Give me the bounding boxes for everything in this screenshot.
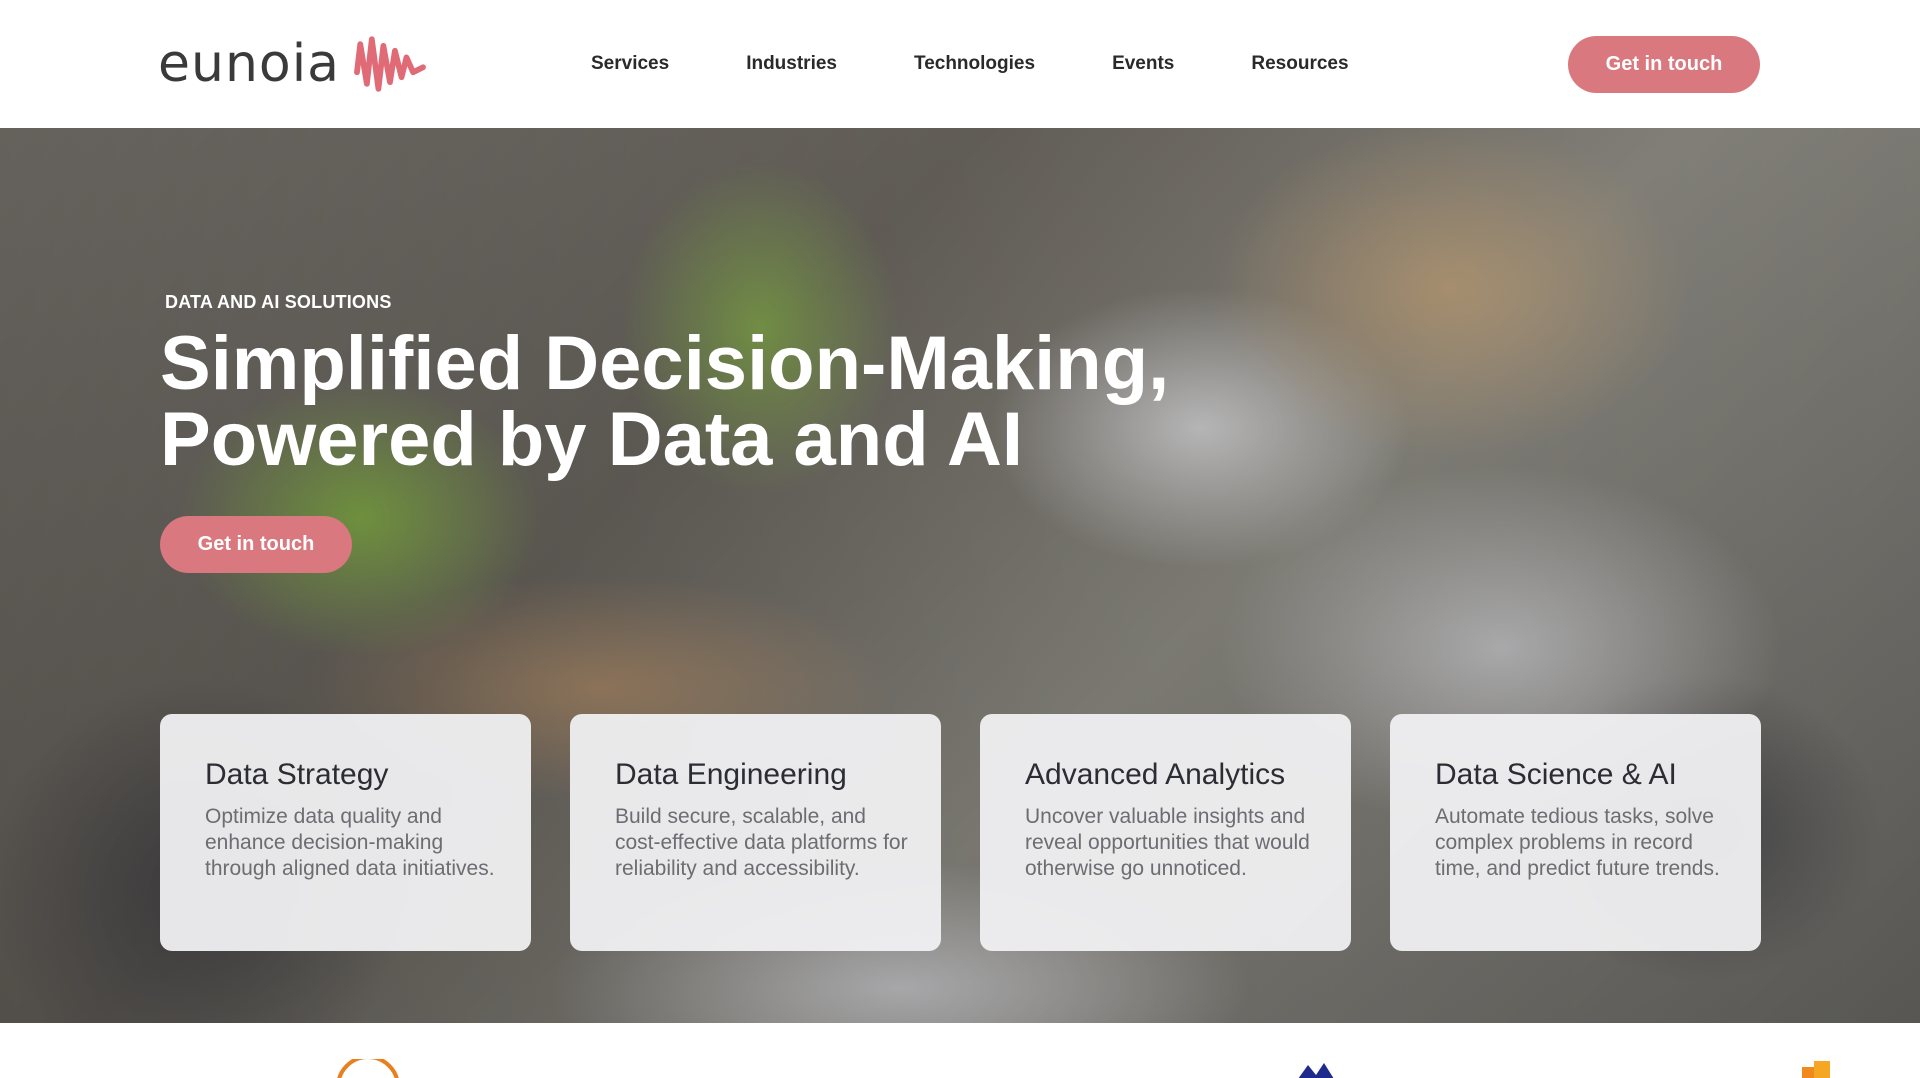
- nav-services[interactable]: Services: [591, 53, 669, 75]
- headline-line-1: Simplified Decision-Making,: [160, 321, 1170, 406]
- main-nav: Services Industries Technologies Events …: [591, 0, 1349, 128]
- card-title: Data Engineering: [615, 758, 847, 791]
- orange-square-logo-icon: [1802, 1061, 1830, 1078]
- card-description: Automate tedious tasks, solve complex pr…: [1435, 805, 1720, 880]
- wave-logo-icon: [354, 36, 426, 92]
- card-data-science-ai[interactable]: Data Science & AI Automate tedious tasks…: [1390, 714, 1761, 951]
- partner-logos-strip: [0, 1023, 1920, 1078]
- orange-arc-logo-icon: [337, 1059, 399, 1078]
- blue-star-logo-icon: [1298, 1063, 1334, 1078]
- card-advanced-analytics[interactable]: Advanced Analytics Uncover valuable insi…: [980, 714, 1351, 951]
- hero-section: DATA AND AI SOLUTIONS Simplified Decisio…: [0, 128, 1920, 1023]
- card-data-strategy[interactable]: Data Strategy Optimize data quality and …: [160, 714, 531, 951]
- card-data-engineering[interactable]: Data Engineering Build secure, scalable,…: [570, 714, 941, 951]
- hero-eyebrow: DATA AND AI SOLUTIONS: [165, 292, 392, 312]
- eunoia-logo[interactable]: eunoia: [158, 26, 428, 102]
- header-get-in-touch-button[interactable]: Get in touch: [1568, 36, 1760, 93]
- card-description: Uncover valuable insights and reveal opp…: [1025, 805, 1310, 880]
- card-title: Data Science & AI: [1435, 758, 1677, 791]
- nav-events[interactable]: Events: [1112, 53, 1174, 75]
- hero-headline: Simplified Decision-Making, Powered by D…: [160, 326, 1260, 478]
- service-cards: Data Strategy Optimize data quality and …: [160, 714, 1761, 951]
- card-title: Advanced Analytics: [1025, 758, 1286, 791]
- card-description: Build secure, scalable, and cost-effecti…: [615, 805, 908, 880]
- nav-industries[interactable]: Industries: [746, 53, 837, 75]
- logo-wordmark: eunoia: [158, 34, 341, 94]
- headline-line-2: Powered by Data and AI: [160, 397, 1023, 482]
- hero-get-in-touch-button[interactable]: Get in touch: [160, 516, 352, 573]
- nav-technologies[interactable]: Technologies: [914, 53, 1035, 75]
- card-description: Optimize data quality and enhance decisi…: [205, 805, 495, 880]
- site-header: eunoia Services Industries Technologies …: [0, 0, 1920, 128]
- nav-resources[interactable]: Resources: [1251, 53, 1348, 75]
- card-title: Data Strategy: [205, 758, 389, 791]
